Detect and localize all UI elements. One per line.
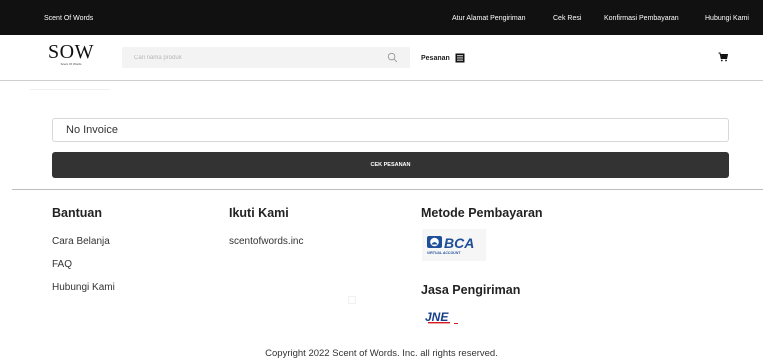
invoice-input[interactable] — [52, 118, 729, 142]
search-icon[interactable] — [387, 52, 398, 63]
top-bar: Scent Of Words Atur Alamat Pengiriman Ce… — [0, 0, 763, 35]
site-header: SOW Scent Of Words Pesanan — [0, 35, 763, 81]
search-box — [122, 47, 410, 68]
jne-logo-text: JNE — [425, 310, 449, 324]
follow-link-instagram[interactable]: scentofwords.inc — [229, 236, 303, 247]
top-link-payment-confirmation[interactable]: Konfirmasi Pembayaran — [604, 15, 679, 22]
faint-divider — [30, 89, 110, 90]
check-order-button[interactable]: CEK PESANAN — [52, 152, 729, 178]
bca-logo-text: BCA — [444, 235, 474, 251]
cart-icon[interactable] — [718, 52, 728, 62]
search-input[interactable] — [122, 47, 382, 68]
payment-title: Metode Pembayaran — [421, 206, 543, 220]
top-link-track-receipt[interactable]: Cek Resi — [553, 15, 581, 22]
top-bar-brand[interactable]: Scent Of Words — [44, 15, 93, 22]
decorative-square — [348, 296, 356, 304]
shipping-title: Jasa Pengiriman — [421, 283, 521, 297]
help-title: Bantuan — [52, 206, 102, 220]
help-link-faq[interactable]: FAQ — [52, 259, 72, 270]
help-link-contact[interactable]: Hubungi Kami — [52, 282, 115, 293]
orders-link[interactable]: Pesanan — [421, 53, 465, 63]
orders-label: Pesanan — [421, 54, 450, 62]
logo-text: SOW — [48, 41, 94, 63]
list-icon — [455, 53, 465, 63]
site-logo[interactable]: SOW Scent Of Words — [47, 42, 95, 72]
bca-logo: BCA VIRTUAL ACCOUNT — [422, 229, 486, 261]
follow-title: Ikuti Kami — [229, 206, 289, 220]
top-link-shipping-address[interactable]: Atur Alamat Pengiriman — [452, 15, 526, 22]
help-link-how-to-shop[interactable]: Cara Belanja — [52, 236, 110, 247]
footer-divider — [12, 189, 763, 190]
copyright-text: Copyright 2022 Scent of Words. Inc. all … — [265, 348, 498, 359]
jne-logo: JNE — [424, 309, 462, 327]
bca-logo-subtext: VIRTUAL ACCOUNT — [427, 251, 461, 255]
top-link-contact[interactable]: Hubungi Kami — [705, 15, 749, 22]
